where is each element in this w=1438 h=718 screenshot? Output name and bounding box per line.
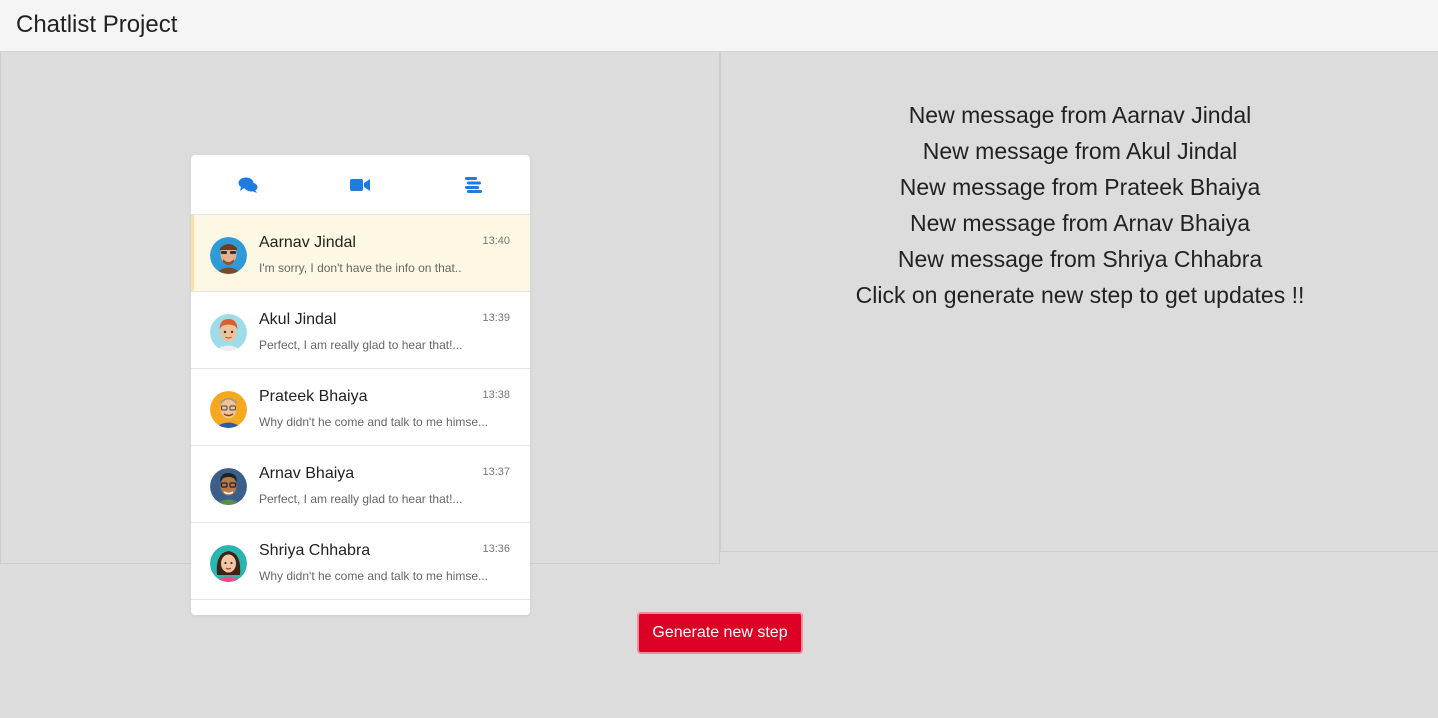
- chat-preview: Perfect, I am really glad to hear that!.…: [259, 338, 463, 352]
- chat-time: 13:38: [482, 389, 510, 401]
- video-camera-icon: [350, 179, 370, 191]
- instruction-text: Click on generate new step to get update…: [855, 282, 1305, 308]
- notification-line: New message from Akul Jindal: [922, 138, 1238, 164]
- chat-preview: Why didn't he come and talk to me himse.…: [259, 415, 489, 429]
- top-bar: Chatlist Project: [0, 0, 1438, 52]
- chat-bubbles-icon: [238, 177, 258, 193]
- notification-line: New message from Arnav Bhaiya: [909, 210, 1251, 236]
- chat-item-aarnav-jindal[interactable]: Aarnav Jindal 13:40 I'm sorry, I don't h…: [191, 215, 530, 292]
- chat-item-prateek-bhaiya[interactable]: Prateek Bhaiya 13:38 Why didn't he come …: [191, 369, 530, 446]
- chat-time: 13:39: [482, 312, 510, 324]
- notifications-panel: New message from Aarnav Jindal New messa…: [720, 52, 1438, 552]
- tab-video[interactable]: [349, 175, 371, 195]
- chat-name: Arnav Bhaiya: [259, 465, 355, 482]
- chat-preview: I'm sorry, I don't have the info on that…: [259, 261, 462, 275]
- avatar: [210, 314, 247, 351]
- chat-time: 13:37: [482, 466, 510, 478]
- notification-line: New message from Aarnav Jindal: [908, 102, 1252, 128]
- chat-name: Prateek Bhaiya: [259, 388, 368, 405]
- chat-name: Aarnav Jindal: [259, 234, 356, 251]
- chat-preview: Perfect, I am really glad to hear that!.…: [259, 492, 463, 506]
- notification-line: New message from Shriya Chhabra: [897, 246, 1263, 272]
- chat-time: 13:36: [482, 543, 510, 555]
- chat-item-akul-jindal[interactable]: Akul Jindal 13:39 Perfect, I am really g…: [191, 292, 530, 369]
- chat-name: Shriya Chhabra: [259, 542, 371, 559]
- tab-menu[interactable]: [463, 175, 485, 195]
- chat-tabs: [191, 155, 530, 215]
- chat-name: Akul Jindal: [259, 311, 337, 328]
- chat-widget: Aarnav Jindal 13:40 I'm sorry, I don't h…: [191, 155, 530, 615]
- avatar: [210, 545, 247, 582]
- app-title: Chatlist Project: [16, 11, 178, 38]
- generate-new-step-button[interactable]: Generate new step: [637, 612, 803, 654]
- chat-panel: Aarnav Jindal 13:40 I'm sorry, I don't h…: [0, 52, 720, 615]
- notification-list: New message from Aarnav Jindal New messa…: [721, 97, 1438, 313]
- chat-time: 13:40: [482, 235, 510, 247]
- chat-item-arnav-bhaiya[interactable]: Arnav Bhaiya 13:37 Perfect, I am really …: [191, 446, 530, 523]
- chat-preview: Why didn't he come and talk to me himse.…: [259, 569, 489, 583]
- menu-icon: [465, 177, 482, 193]
- avatar: [210, 391, 247, 428]
- avatar: [210, 237, 247, 274]
- chat-item-shriya-chhabra[interactable]: Shriya Chhabra 13:36 Why didn't he come …: [191, 523, 530, 600]
- tab-chats[interactable]: [237, 175, 259, 195]
- notification-line: New message from Prateek Bhaiya: [899, 174, 1261, 200]
- chat-list: Aarnav Jindal 13:40 I'm sorry, I don't h…: [191, 215, 530, 600]
- avatar: [210, 468, 247, 505]
